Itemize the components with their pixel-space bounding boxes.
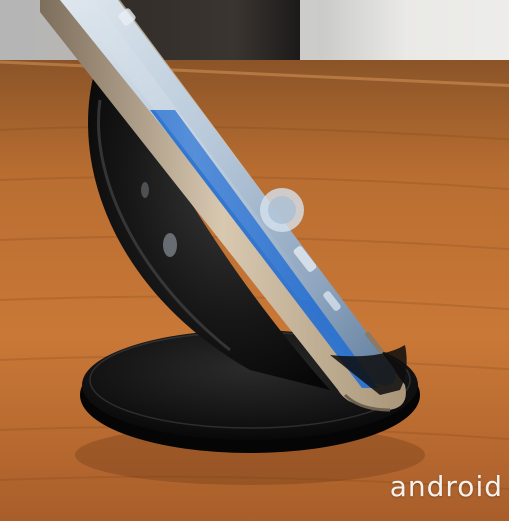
phone-charger-photo bbox=[0, 0, 521, 521]
photo-frame: android bbox=[0, 0, 521, 521]
